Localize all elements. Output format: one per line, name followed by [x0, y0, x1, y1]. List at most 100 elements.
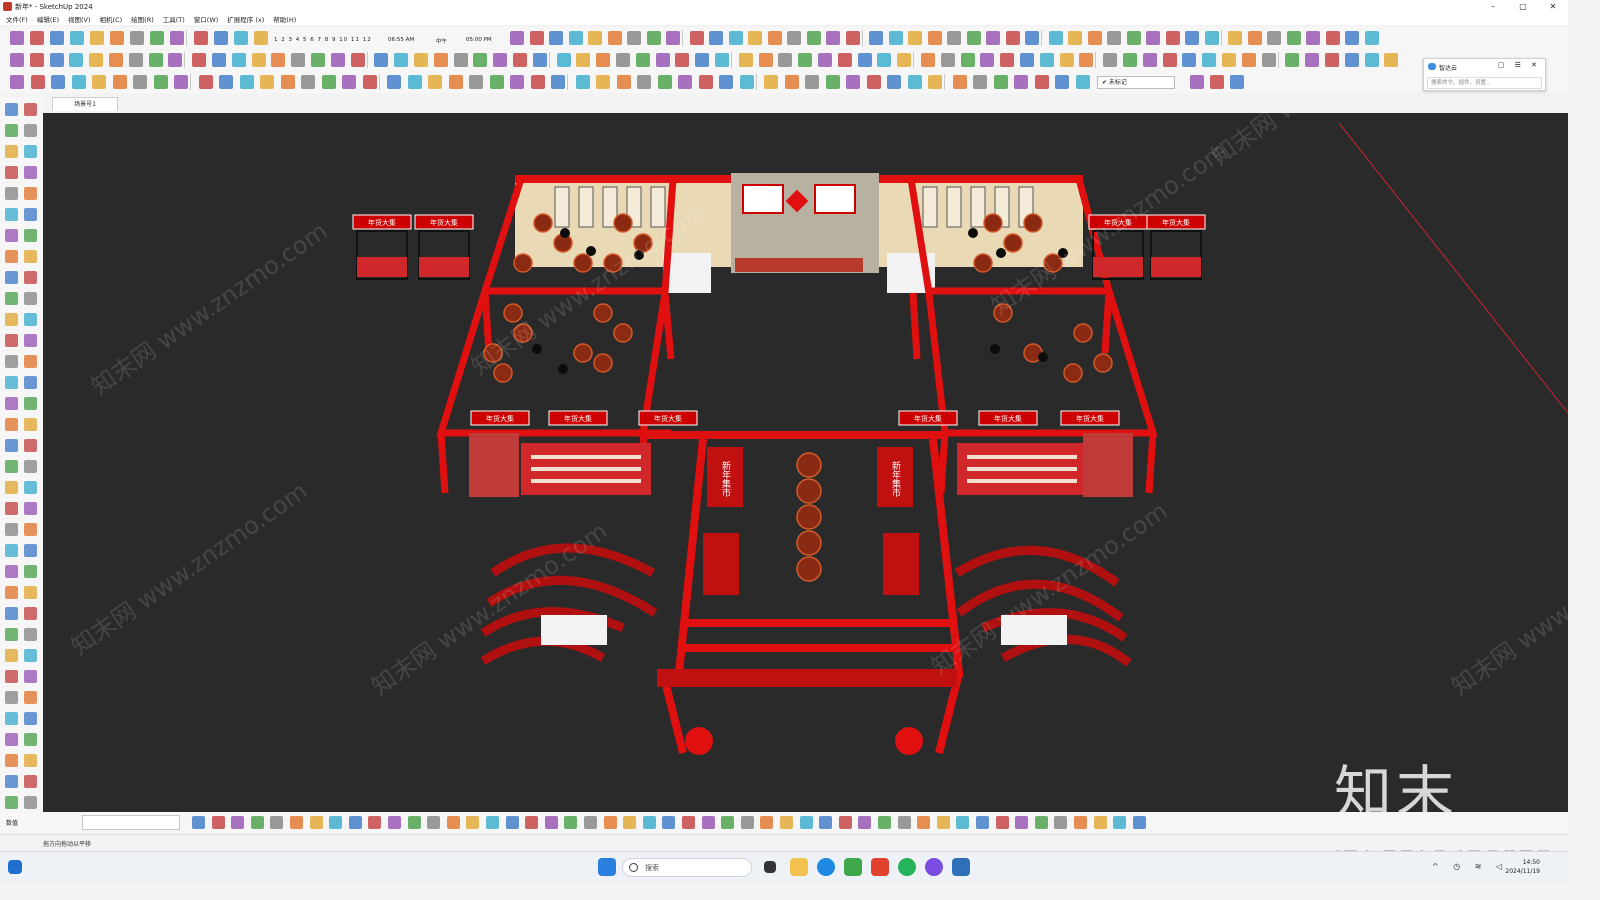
toolbar-tool-icon[interactable]	[1014, 75, 1028, 89]
left-tool-icon[interactable]	[5, 670, 18, 683]
toolbar-tool-icon[interactable]	[1230, 75, 1244, 89]
toolbar-tool-icon[interactable]	[1020, 53, 1034, 67]
file-explorer-icon[interactable]	[790, 858, 808, 876]
maximize-button[interactable]: ▢	[1508, 0, 1538, 13]
toolbar-tool-icon[interactable]	[709, 31, 723, 45]
toolbar-tool-icon[interactable]	[666, 31, 680, 45]
edge-browser-icon[interactable]	[817, 858, 835, 876]
toolbar-tool-icon[interactable]	[1210, 75, 1224, 89]
toolbar-tool-icon[interactable]	[627, 31, 641, 45]
toolbar-tool-icon[interactable]	[170, 31, 184, 45]
bottom-tool-icon[interactable]	[740, 816, 754, 829]
toolbar-tool-icon[interactable]	[607, 31, 622, 45]
toolbar-tool-icon[interactable]	[174, 75, 188, 89]
left-tool-icon[interactable]	[24, 691, 37, 704]
bottom-tool-icon[interactable]	[1054, 816, 1068, 829]
toolbar-tool-icon[interactable]	[1306, 31, 1320, 45]
toolbar-tool-icon[interactable]	[513, 53, 527, 67]
toolbar-tool-icon[interactable]	[551, 75, 565, 89]
toolbar-tool-icon[interactable]	[1107, 31, 1121, 45]
bottom-tool-icon[interactable]	[780, 816, 793, 829]
bottom-tool-icon[interactable]	[564, 816, 578, 829]
toolbar-tool-icon[interactable]	[675, 53, 690, 67]
toolbar-tool-icon[interactable]	[1087, 31, 1102, 45]
left-tool-icon[interactable]	[5, 208, 18, 221]
bottom-tool-icon[interactable]	[976, 816, 989, 829]
toolbar-tool-icon[interactable]	[1364, 31, 1379, 45]
toolbar-tool-icon[interactable]	[219, 75, 233, 89]
toolbar-tool-icon[interactable]	[784, 75, 799, 89]
left-tool-icon[interactable]	[5, 145, 18, 158]
toolbar-tool-icon[interactable]	[387, 75, 401, 89]
toolbar-tool-icon[interactable]	[291, 53, 306, 67]
bottom-tool-icon[interactable]	[995, 816, 1009, 829]
bottom-tool-icon[interactable]	[192, 816, 205, 829]
left-tool-icon[interactable]	[24, 229, 37, 242]
bottom-tool-icon[interactable]	[917, 816, 931, 829]
toolbar-tool-icon[interactable]	[897, 53, 912, 67]
toolbar-tool-icon[interactable]	[50, 31, 64, 45]
toolbar-tool-icon[interactable]	[51, 75, 65, 89]
left-tool-icon[interactable]	[5, 355, 18, 368]
clock[interactable]: 14:50 2024/11/19	[1505, 858, 1540, 876]
toolbar-tool-icon[interactable]	[888, 31, 903, 45]
toolbar-tool-icon[interactable]	[271, 53, 286, 67]
bottom-tool-icon[interactable]	[446, 816, 460, 829]
left-tool-icon[interactable]	[24, 607, 37, 620]
toolbar-tool-icon[interactable]	[1325, 53, 1339, 67]
left-tool-icon[interactable]	[5, 439, 18, 452]
toolbar-tool-icon[interactable]	[109, 53, 123, 67]
toolbar-tool-icon[interactable]	[588, 31, 602, 45]
toolbar-tool-icon[interactable]	[1034, 75, 1049, 89]
toolbar-tool-icon[interactable]	[362, 75, 377, 89]
toolbar-tool-icon[interactable]	[767, 31, 782, 45]
toolbar-tool-icon[interactable]	[1162, 53, 1177, 67]
left-tool-icon[interactable]	[24, 250, 37, 263]
left-tool-icon[interactable]	[24, 187, 37, 200]
app-purple-icon[interactable]	[925, 858, 943, 876]
toolbar-tool-icon[interactable]	[616, 75, 631, 89]
toolbar-tool-icon[interactable]	[112, 75, 127, 89]
toolbar-tool-icon[interactable]	[234, 31, 248, 45]
menu-tools[interactable]: 工具(T)	[163, 14, 185, 24]
toolbar-tool-icon[interactable]	[30, 75, 45, 89]
left-tool-icon[interactable]	[24, 418, 37, 431]
toolbar-tool-icon[interactable]	[1241, 53, 1256, 67]
left-tool-icon[interactable]	[24, 376, 37, 389]
bottom-tool-icon[interactable]	[936, 816, 950, 829]
bottom-tool-icon[interactable]	[505, 816, 519, 829]
left-tool-icon[interactable]	[5, 187, 18, 200]
bottom-tool-icon[interactable]	[368, 816, 382, 829]
toolbar-tool-icon[interactable]	[1285, 53, 1300, 67]
bottom-tool-icon[interactable]	[603, 816, 617, 829]
toolbar-tool-icon[interactable]	[350, 53, 365, 67]
left-tool-icon[interactable]	[5, 166, 18, 179]
bottom-tool-icon[interactable]	[1132, 816, 1146, 829]
toolbar-tool-icon[interactable]	[260, 75, 274, 89]
bottom-tool-icon[interactable]	[956, 816, 970, 829]
left-tool-icon[interactable]	[24, 565, 37, 578]
bottom-tool-icon[interactable]	[348, 816, 362, 829]
wechat-icon[interactable]	[898, 858, 916, 876]
toolbar-tool-icon[interactable]	[194, 31, 208, 45]
toolbar-tool-icon[interactable]	[758, 53, 773, 67]
toolbar-tool-icon[interactable]	[646, 31, 661, 45]
scene-tab[interactable]: 场景号1	[52, 97, 118, 111]
toolbar-tool-icon[interactable]	[764, 75, 778, 89]
toolbar-tool-icon[interactable]	[1345, 31, 1359, 45]
toolbar-tool-icon[interactable]	[1267, 31, 1281, 45]
left-tool-icon[interactable]	[5, 271, 18, 284]
left-tool-icon[interactable]	[5, 481, 18, 494]
left-tool-icon[interactable]	[5, 775, 18, 788]
left-tool-icon[interactable]	[24, 124, 37, 137]
toolbar-tool-icon[interactable]	[510, 75, 524, 89]
left-tool-icon[interactable]	[5, 376, 18, 389]
toolbar-tool-icon[interactable]	[1202, 53, 1217, 67]
bottom-tool-icon[interactable]	[623, 816, 637, 829]
toolbar-tool-icon[interactable]	[1059, 53, 1074, 67]
toolbar-tool-icon[interactable]	[568, 31, 583, 45]
left-tool-icon[interactable]	[24, 208, 37, 221]
bottom-tool-icon[interactable]	[799, 816, 813, 829]
menu-window[interactable]: 窗口(W)	[194, 14, 219, 24]
toolbar-tool-icon[interactable]	[921, 53, 935, 67]
